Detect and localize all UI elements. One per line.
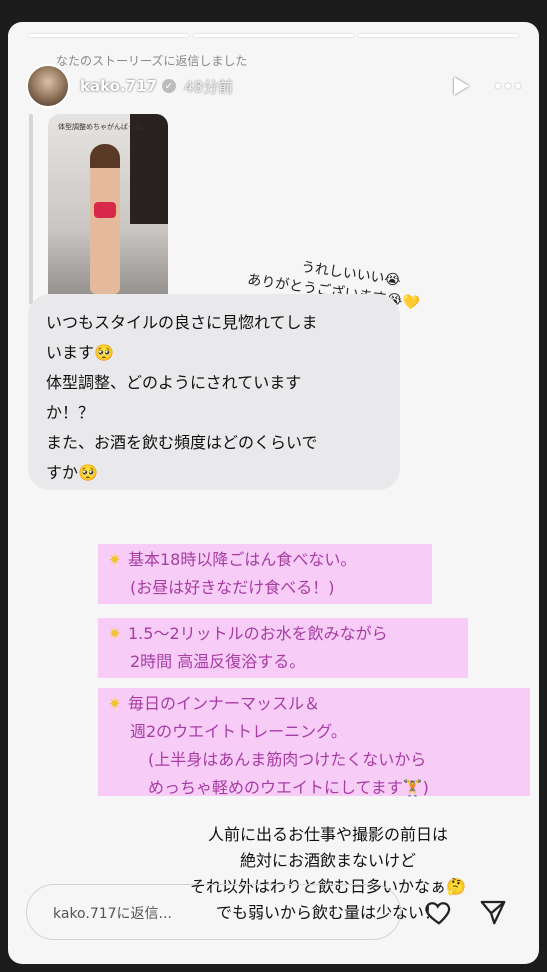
question-line: また、お酒を飲む頻度はどのくらいで <box>46 433 318 452</box>
story-progress <box>28 34 519 37</box>
answer-line: 週2のウエイトトレーニング。 <box>130 722 347 741</box>
question-line: 体型調整、どのようにされています <box>46 373 302 392</box>
closing-line: 絶対にお酒飲まないけど <box>239 851 416 870</box>
answer-line: 基本18時以降ごはん食べない。 <box>128 550 357 569</box>
question-line: か！？ <box>46 403 95 422</box>
thumbnail-figure <box>90 144 120 294</box>
header-actions <box>454 77 521 95</box>
timestamp: 48分前 <box>184 77 234 96</box>
reply-placeholder: kako.717に返信... <box>53 906 172 922</box>
answer-highlight-3: ✷ 毎日のインナーマッスル＆ 週2のウエイトトレーニング。 (上半身はあんま筋肉つ… <box>98 688 530 797</box>
question-bubble: いつもスタイルの良さに見惚れてしま います🥺 体型調整、どのようにされています … <box>28 294 400 490</box>
avatar[interactable] <box>26 64 70 108</box>
answer-highlight-1: ✷ 基本18時以降ごはん食べない。 (お昼は好きなだけ食べる！) <box>98 544 432 604</box>
reply-input[interactable]: kako.717に返信... <box>26 884 401 940</box>
play-icon[interactable] <box>454 77 469 95</box>
progress-segment <box>358 34 519 37</box>
answer-line: (お昼は好きなだけ食べる！) <box>130 578 335 597</box>
quote-bar <box>29 114 33 304</box>
story-header: kako.717 ✓ 48分前 <box>26 64 521 108</box>
question-line: いつもスタイルの良さに見惚れてしま <box>46 313 318 332</box>
closing-line: 人前に出るお仕事や撮影の前日は <box>207 825 448 844</box>
answer-line: めっちゃ軽めのウエイトにしてます🏋️) <box>148 778 429 797</box>
progress-segment <box>28 34 189 37</box>
story-thumbnail[interactable]: 体型調整めちゃがんばった。 <box>48 114 168 306</box>
story-frame: なたのストーリーズに返信しました kako.717 ✓ 48分前 体型調整めちゃ… <box>8 22 539 964</box>
star-icon: ✷ <box>108 550 122 569</box>
answer-line: 2時間 高温反復浴する。 <box>130 652 306 671</box>
answer-highlight-2: ✷ 1.5〜2リットルのお水を飲みながら 2時間 高温反復浴する。 <box>98 618 468 678</box>
more-options-icon[interactable] <box>495 83 521 89</box>
heart-icon[interactable] <box>424 897 454 927</box>
question-line: います🥺 <box>46 343 114 362</box>
username[interactable]: kako.717 <box>80 77 157 95</box>
answer-line: 毎日のインナーマッスル＆ <box>128 694 321 713</box>
progress-segment <box>193 34 354 37</box>
question-line: すか🥺 <box>46 463 98 482</box>
verified-badge-icon: ✓ <box>162 79 176 93</box>
star-icon: ✷ <box>108 624 122 643</box>
answer-line: 1.5〜2リットルのお水を飲みながら <box>128 624 388 643</box>
thumbnail-caption: 体型調整めちゃがんばった。 <box>58 123 149 131</box>
star-icon: ✷ <box>108 694 122 713</box>
send-icon[interactable] <box>478 897 508 927</box>
answer-line: (上半身はあんま筋肉つけたくないから <box>148 750 427 769</box>
